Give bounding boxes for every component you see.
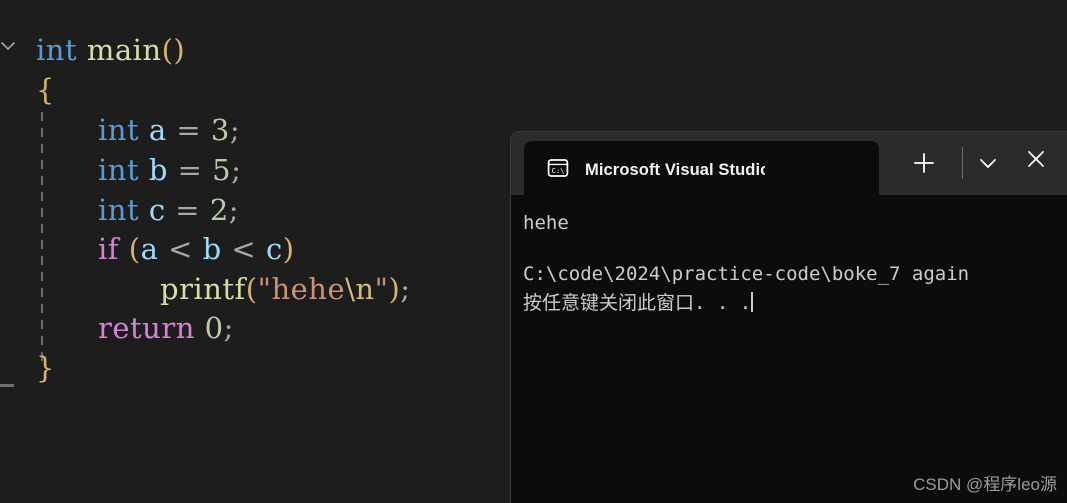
- close-icon[interactable]: [1023, 146, 1049, 172]
- code-token: b: [148, 153, 168, 187]
- console-line: C:\code\2024\practice-code\boke_7 again: [523, 263, 970, 285]
- code-token: 5: [212, 153, 232, 187]
- code-line: if (a < b < c): [0, 229, 295, 269]
- code-token: ;: [228, 193, 240, 227]
- code-line: }: [0, 348, 55, 388]
- screenshot-root: int main(){int a = 3; int b = 5; int c = 2…: [0, 0, 1067, 503]
- code-token: ;: [223, 311, 234, 345]
- code-token: b: [202, 232, 222, 266]
- code-token: printf: [160, 272, 246, 306]
- code-token: ;: [400, 272, 411, 306]
- code-token: (: [245, 272, 258, 306]
- code-line: {: [0, 70, 55, 110]
- code-line: printf("hehe\n");: [0, 269, 411, 309]
- code-token: int: [36, 33, 78, 67]
- console-output[interactable]: hehe C:\code\2024\practice-code\boke_7 ag…: [511, 195, 1067, 503]
- code-line: int a = 3;: [0, 110, 240, 150]
- code-token: ): [388, 272, 401, 306]
- console-line: 按任意键关闭此窗口. . .: [523, 292, 754, 314]
- code-token: ;: [231, 153, 242, 187]
- console-cursor: [751, 292, 754, 312]
- code-token: }: [36, 351, 55, 385]
- code-token: main: [86, 33, 162, 67]
- code-token: c: [148, 193, 166, 227]
- code-line: int c = 2;: [0, 190, 239, 230]
- code-line: return 0;: [0, 308, 234, 348]
- chevron-down-icon[interactable]: [951, 152, 1025, 174]
- code-line: int main(): [0, 30, 185, 70]
- terminal-tab[interactable]: C:\ Microsoft Visual Studio 调试控: [524, 141, 879, 195]
- code-token: (: [128, 232, 141, 266]
- code-line: int b = 5;: [0, 150, 241, 190]
- terminal-tab-bar[interactable]: C:\ Microsoft Visual Studio 调试控: [511, 132, 1067, 195]
- code-token: "hehe: [257, 272, 346, 306]
- code-token: a: [140, 232, 159, 266]
- code-token: =: [175, 193, 201, 227]
- code-token: =: [176, 113, 202, 147]
- code-token: (: [161, 33, 174, 67]
- code-token: return: [98, 311, 195, 345]
- terminal-tab-title: Microsoft Visual Studio 调试控: [585, 161, 765, 179]
- terminal-window[interactable]: C:\ Microsoft Visual Studio 调试控: [510, 131, 1067, 503]
- code-token: <: [231, 232, 257, 266]
- code-token: ): [173, 33, 186, 67]
- code-token: <: [168, 232, 193, 266]
- console-cmd-icon: C:\: [547, 157, 569, 179]
- code-token: 0: [204, 311, 224, 345]
- code-token: =: [177, 153, 203, 187]
- code-token: int: [98, 153, 140, 187]
- code-token: 2: [209, 193, 229, 227]
- code-token: {: [36, 73, 55, 107]
- code-token: if: [98, 232, 120, 266]
- code-token: a: [148, 113, 167, 147]
- code-token: int: [98, 113, 140, 147]
- new-tab-icon[interactable]: [911, 150, 937, 176]
- code-token: c: [265, 232, 283, 266]
- console-line: hehe: [523, 212, 569, 234]
- code-token: \n: [345, 272, 375, 306]
- code-token: 3: [210, 113, 230, 147]
- code-token: int: [98, 193, 140, 227]
- watermark-text: CSDN @程序leo源: [913, 475, 1057, 494]
- code-token: ": [374, 272, 389, 306]
- code-token: ): [282, 232, 295, 266]
- svg-text:C:\: C:\: [552, 166, 565, 175]
- code-token: ;: [229, 113, 241, 147]
